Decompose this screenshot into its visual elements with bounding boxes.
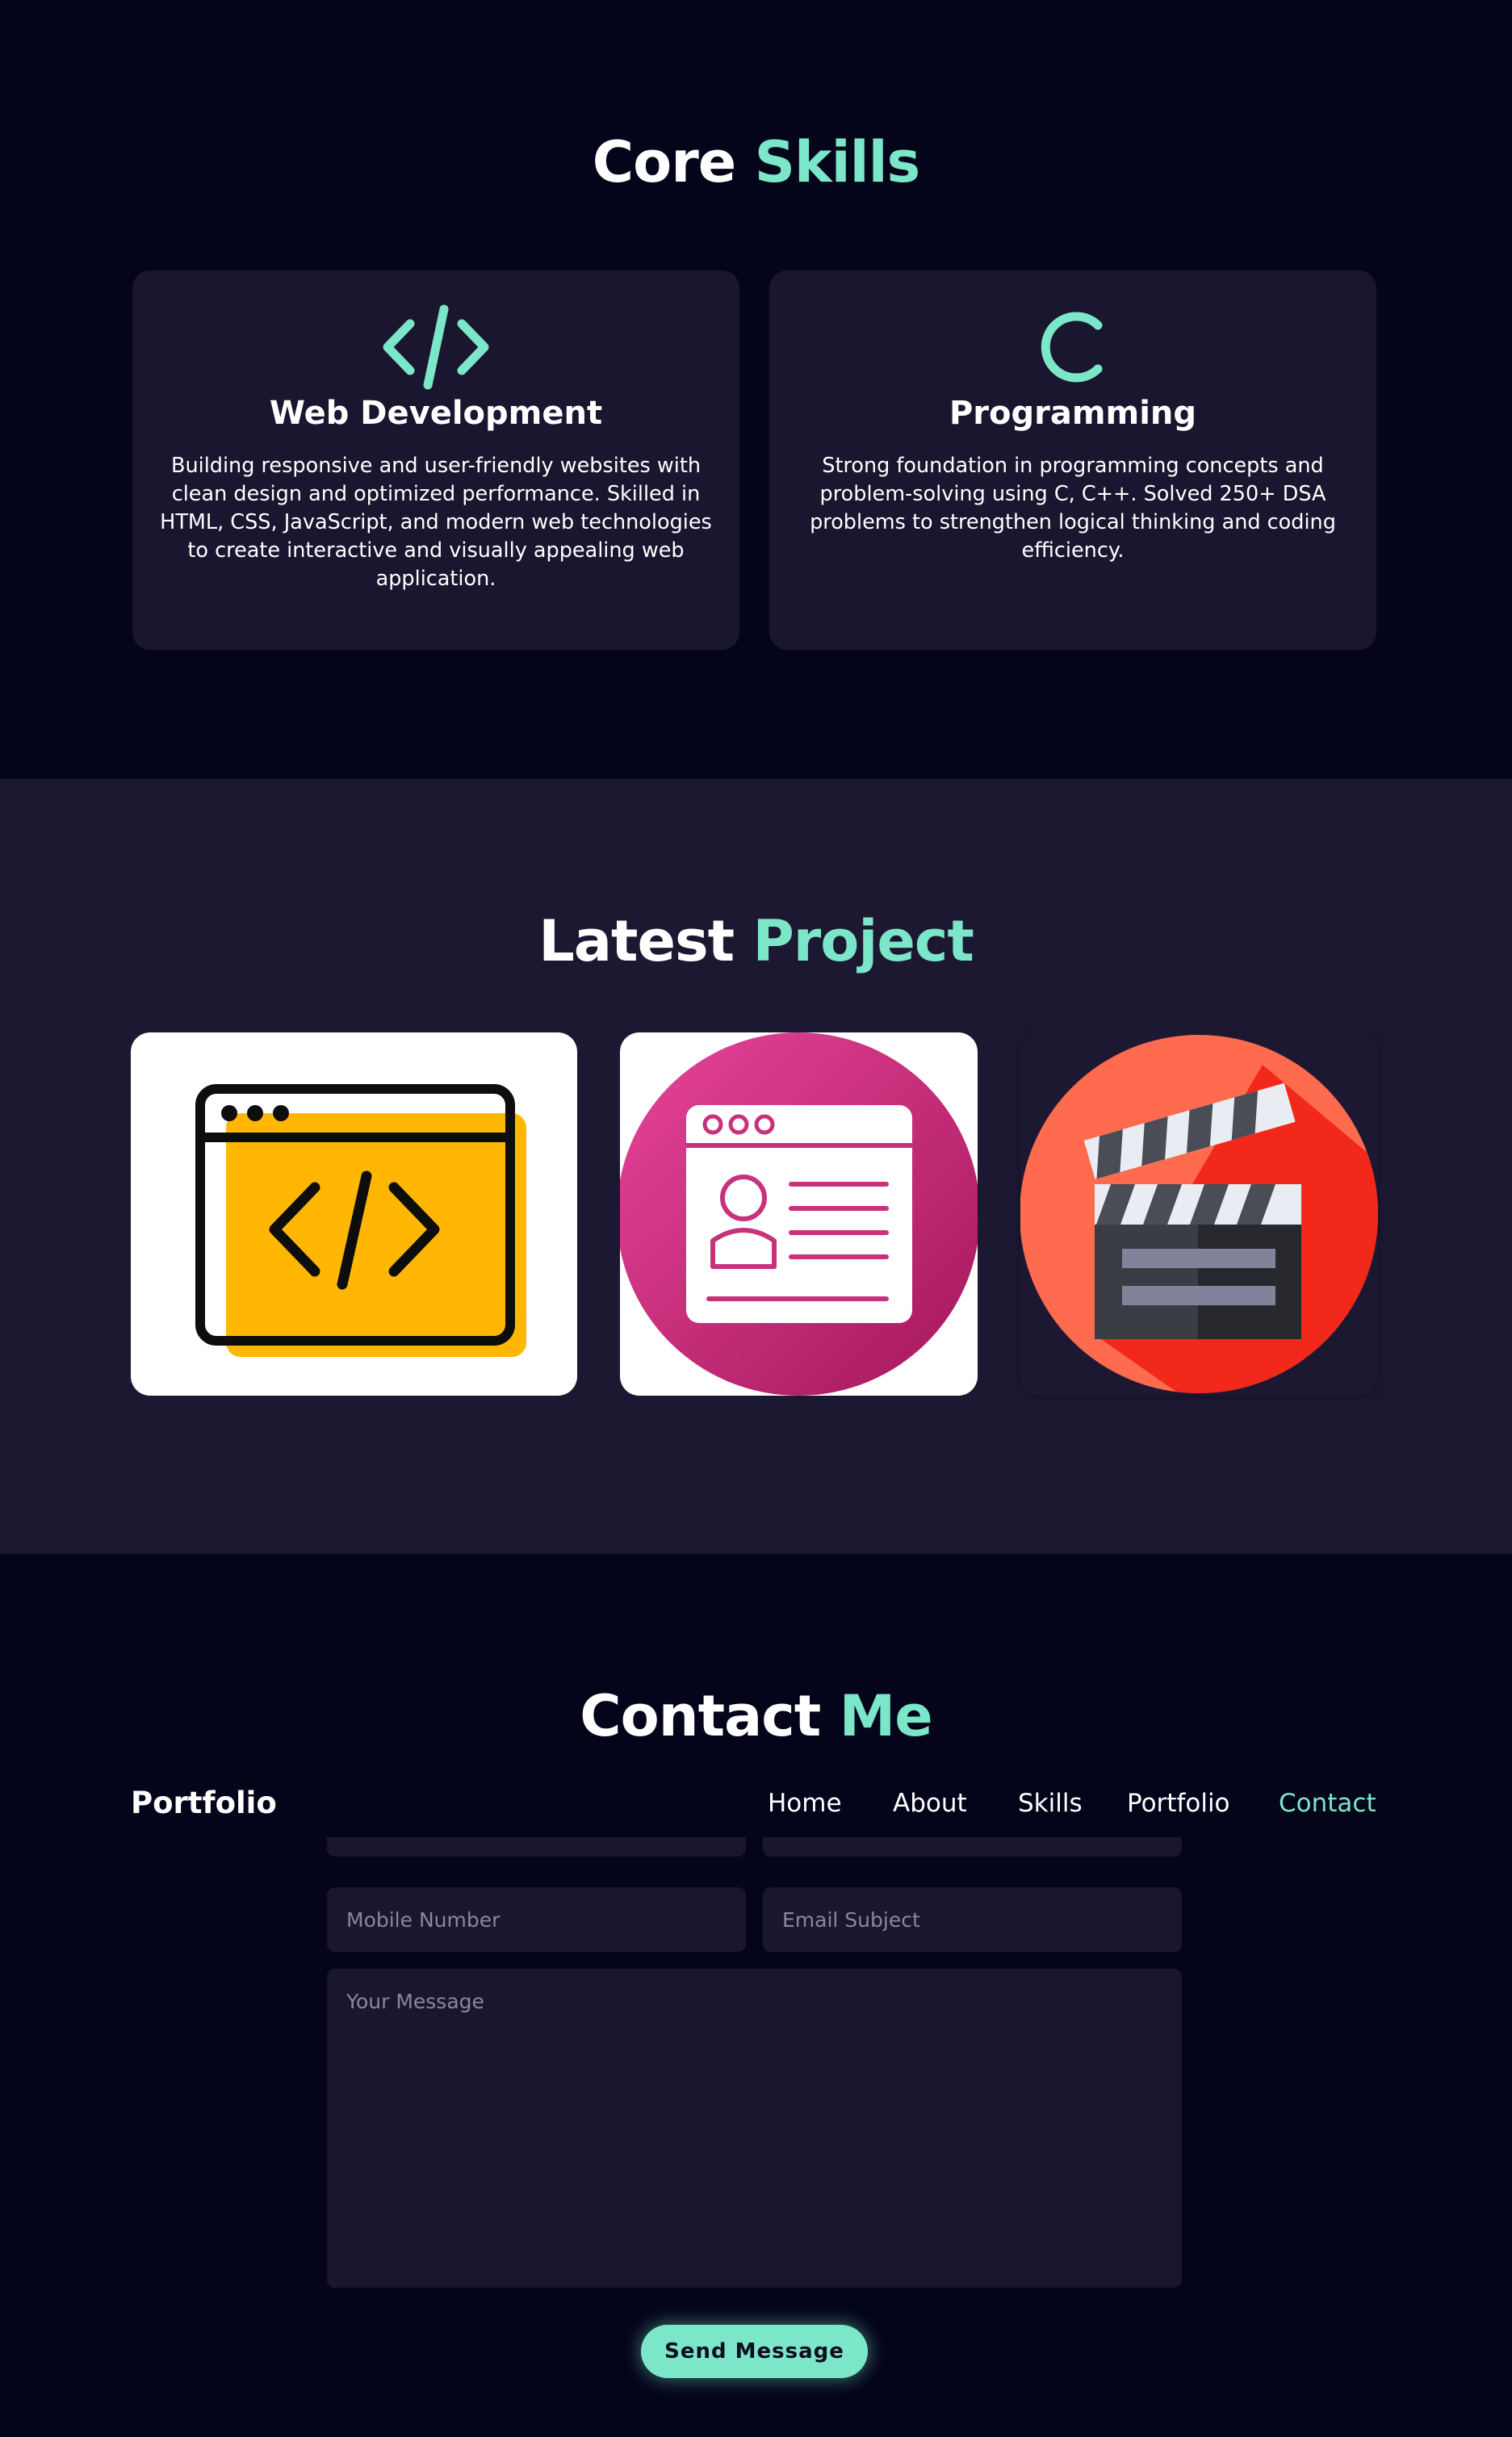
clapperboard-icon — [1020, 1035, 1378, 1393]
navbar: Portfolio Home About Skills Portfolio Co… — [0, 1776, 1512, 1837]
project-card-profile[interactable] — [620, 1032, 978, 1396]
skill-description: Strong foundation in programming concept… — [810, 454, 1336, 563]
contact-heading-accent: Me — [839, 1683, 933, 1749]
email-subject-placeholder: Email Subject — [782, 1907, 920, 1932]
contact-heading: Contact Me — [0, 1683, 1512, 1749]
skill-title: Web Development — [269, 395, 603, 432]
projects-section: Latest Project — [0, 779, 1512, 1554]
nav-link-skills[interactable]: Skills — [1018, 1789, 1083, 1818]
skills-section: Core Skills Web Development Building res… — [0, 0, 1512, 779]
projects-heading: Latest Project — [0, 908, 1512, 974]
email-subject-field[interactable]: Email Subject — [763, 1887, 1182, 1952]
nav-link-about[interactable]: About — [893, 1789, 967, 1818]
skills-heading: Core Skills — [0, 129, 1512, 195]
nav-link-portfolio[interactable]: Portfolio — [1127, 1789, 1230, 1818]
mobile-number-field[interactable]: Mobile Number — [327, 1887, 746, 1952]
project-card-code-window[interactable] — [131, 1032, 577, 1396]
skills-heading-accent: Skills — [754, 129, 921, 195]
skill-card-programming: Programming Strong foundation in program… — [769, 270, 1376, 650]
message-textarea[interactable]: Your Message — [327, 1969, 1182, 2288]
nav-link-home[interactable]: Home — [768, 1789, 842, 1818]
skill-card-web-development: Web Development Building responsive and … — [132, 270, 739, 650]
code-icon — [132, 303, 739, 392]
projects-heading-accent: Project — [752, 908, 974, 974]
brand-logo[interactable]: Portfolio — [131, 1786, 277, 1820]
contact-heading-main: Contact — [580, 1683, 821, 1749]
project-card-clapperboard[interactable] — [1020, 1032, 1378, 1396]
send-message-button[interactable]: Send Message — [641, 2325, 868, 2378]
mobile-number-placeholder: Mobile Number — [346, 1907, 501, 1932]
c-language-icon — [769, 303, 1376, 392]
nav-link-contact[interactable]: Contact — [1279, 1789, 1376, 1818]
full-name-field[interactable] — [327, 1837, 746, 1857]
skill-description: Building responsive and user-friendly we… — [160, 454, 712, 591]
email-field[interactable] — [763, 1837, 1182, 1857]
profile-card-icon — [620, 1032, 978, 1396]
message-placeholder: Your Message — [346, 1990, 484, 2013]
projects-heading-main: Latest — [538, 908, 735, 974]
skills-heading-main: Core — [592, 129, 736, 195]
skill-title: Programming — [949, 395, 1197, 432]
contact-section: Contact Me Mobile Number Email Subject Y… — [0, 1554, 1512, 2437]
code-window-icon — [195, 1084, 526, 1357]
